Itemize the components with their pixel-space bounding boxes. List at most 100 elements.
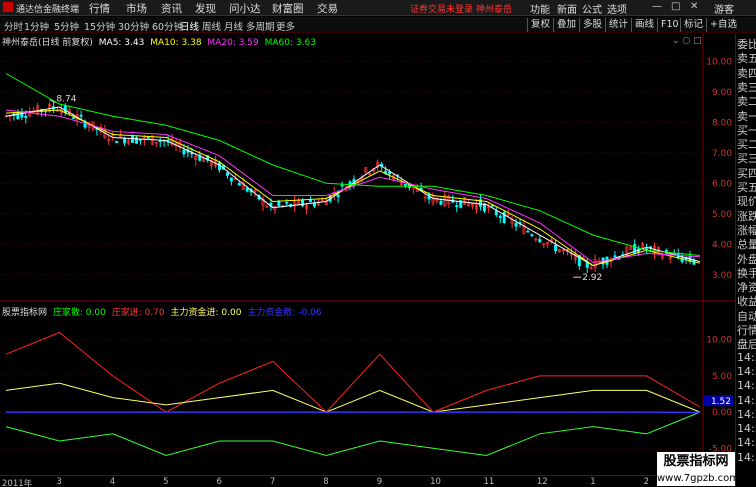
candle-body: [218, 162, 222, 171]
x-axis-label: 1: [590, 477, 596, 487]
candle-body: [225, 172, 229, 176]
ind-zhuangjiajin-label: 庄家进: 0.70: [111, 308, 165, 318]
candle-body: [439, 200, 443, 205]
quote-side-panel: 委比卖五卖四卖三卖二卖一买一买二买三买四买五现价涨跌涨幅总量外盘换手净资收益自动…: [735, 34, 756, 487]
x-axis-label: 5: [163, 477, 169, 487]
indicator-grid: [0, 339, 703, 449]
side-panel-label: 14:56: [737, 436, 756, 450]
candle-body: [63, 105, 67, 113]
side-panel-label: 14:56: [737, 422, 756, 436]
candle-body: [530, 234, 534, 237]
side-panel-label: 14:56: [737, 450, 756, 464]
candle-body: [312, 202, 316, 207]
ma60-label: MA60: 3.63: [264, 38, 316, 48]
indicator-y-label: 5.00: [712, 372, 732, 382]
kline-y-label: 4.00: [712, 240, 732, 250]
kline-grid: [0, 60, 703, 276]
indicator-y-label: 0.00: [712, 408, 732, 418]
x-axis-label: 6: [216, 477, 222, 487]
restore-icon[interactable]: □: [693, 36, 702, 46]
x-axis-label: 3: [56, 477, 62, 487]
x-axis-label: 4: [109, 477, 116, 487]
watermark-title: 股票指标网: [657, 452, 735, 472]
x-axis-label: 8: [323, 477, 329, 487]
zhuangjiajin-line: [5, 331, 701, 413]
side-panel-label: 14:56: [737, 407, 756, 421]
watermark-url: www.7gpzb.com: [657, 472, 739, 486]
x-axis-label: 10: [430, 477, 441, 487]
x-axis-label: 12: [536, 477, 548, 487]
candle-body: [526, 230, 530, 233]
candle-body: [123, 138, 127, 144]
candle-body: [285, 202, 289, 204]
candle-body: [115, 141, 119, 144]
candle-body: [71, 117, 75, 120]
candle-body: [613, 255, 617, 258]
candle-body: [146, 136, 150, 139]
ma10-line: [5, 109, 701, 267]
side-panel-label: 14:56: [737, 379, 756, 393]
ma5-label: MA5: 3.43: [98, 38, 145, 48]
kline-ma-lines: [5, 73, 701, 267]
candle-body: [633, 244, 637, 255]
side-panel-label: 14:56: [737, 393, 756, 407]
settings-icon[interactable]: ○: [682, 36, 690, 46]
candle-body: [388, 171, 392, 175]
candle-body: [554, 245, 558, 251]
x-axis-label: 9: [376, 477, 383, 487]
kline-y-label: 6.00: [712, 179, 732, 189]
kline-y-label: 7.00: [712, 149, 732, 159]
candle-body: [514, 223, 518, 227]
chart-canvas[interactable]: 10.009.008.007.006.005.004.003.00 8.742.…: [0, 0, 735, 487]
current-value-label: 1.52: [711, 397, 731, 407]
candle-body: [245, 188, 249, 192]
candle-body: [182, 149, 186, 155]
collapse-icon[interactable]: ⌄: [672, 36, 680, 46]
indicator-info-bar: 股票指标网 庄家散: 0.00 庄家进: 0.70 主力资金进: 0.00 主力…: [2, 305, 325, 318]
ind-zhulijin-label: 主力资金进: 0.00: [170, 308, 242, 318]
kline-info-bar: 神州泰岳(日线 前复权) MA5: 3.43 MA10: 3.38 MA20: …: [2, 35, 319, 48]
x-axis-label: 11: [483, 477, 495, 487]
ma10-label: MA10: 3.38: [150, 38, 202, 48]
high-price-label: 8.74: [56, 95, 76, 105]
kline-y-label: 10.00: [706, 57, 732, 67]
kline-y-axis: 10.00 9.00 8.00 7.00 6.00 5.00 4.00 3.00: [706, 57, 732, 281]
candle-body: [340, 184, 344, 187]
candle-body: [237, 183, 241, 186]
indicator-lines: [5, 331, 701, 457]
x-axis: 2011年3456789101112123: [0, 475, 702, 487]
kline-annotations: 8.74 2.92: [49, 95, 602, 283]
x-axis-label: 2: [643, 477, 650, 487]
kline-y-label: 5.00: [712, 210, 732, 220]
candle-body: [158, 140, 162, 143]
kline-title: 神州泰岳(日线 前复权): [2, 38, 93, 48]
ind-zhulisan-label: 主力资金散: -0.06: [247, 308, 322, 318]
candle-body: [403, 184, 407, 186]
indicator-y-label: 10.00: [706, 336, 732, 346]
indicator-title[interactable]: 股票指标网: [2, 308, 47, 318]
ind-zhuangjiasan-label: 庄家散: 0.00: [52, 308, 106, 318]
candle-body: [277, 201, 281, 206]
kline-y-label: 3.00: [712, 271, 732, 281]
x-axis-label: 7: [269, 477, 276, 487]
candle-body: [24, 115, 28, 118]
ma60-line: [5, 73, 701, 256]
low-price-label: 2.92: [582, 273, 602, 283]
kline-y-label: 9.00: [712, 88, 732, 98]
indicator-y-axis: 10.005.000.00-5.001.52: [703, 336, 733, 454]
zhuangjiasan-line: [5, 411, 701, 457]
candle-body: [229, 177, 233, 182]
candle-body: [336, 194, 340, 198]
side-panel-label: 14:56: [737, 350, 756, 364]
ma20-label: MA20: 3.59: [207, 38, 259, 48]
chart-window-controls: ⌄ ○ □: [672, 36, 702, 46]
candle-body: [16, 112, 20, 119]
candle-body: [490, 205, 494, 207]
side-panel-label: 14:56: [737, 364, 756, 378]
zhulijin-line: [5, 382, 701, 413]
candle-body: [494, 210, 498, 216]
candle-body: [455, 205, 459, 208]
kline-y-label: 8.00: [712, 118, 732, 128]
x-axis-label: 2011年: [2, 479, 33, 487]
candle-body: [308, 199, 312, 203]
